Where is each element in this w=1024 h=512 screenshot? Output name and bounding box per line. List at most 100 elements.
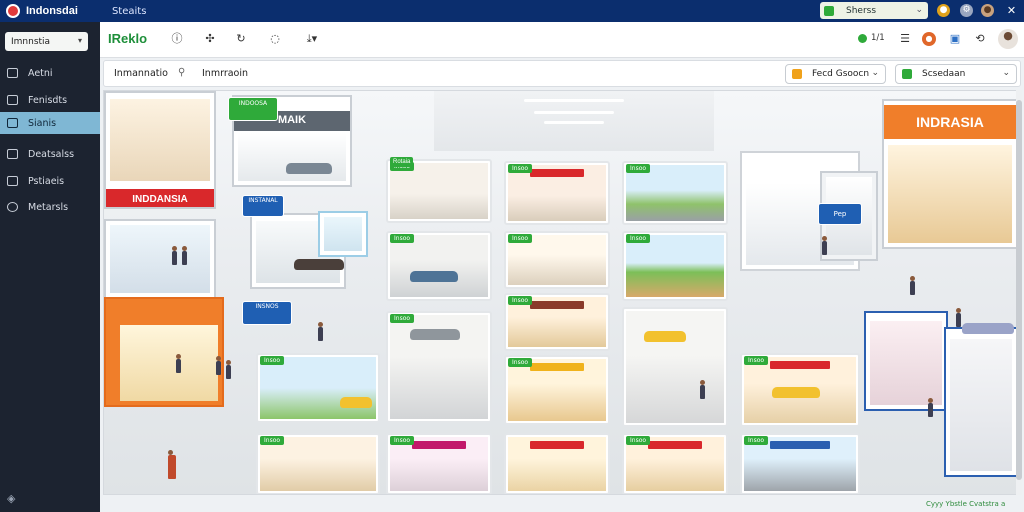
help-icon[interactable]: ◌ xyxy=(268,32,282,46)
calendar-icon[interactable]: ▣ xyxy=(948,32,962,46)
sidebar-item-2[interactable]: Fenisdts xyxy=(0,89,100,111)
scene-tile[interactable]: Insoo xyxy=(386,311,492,423)
scene-tile[interactable]: Insoo xyxy=(504,231,610,289)
car-icon xyxy=(962,323,1014,334)
store-front[interactable] xyxy=(104,297,224,407)
store-interior xyxy=(888,145,1012,243)
shopper-figure xyxy=(168,450,176,479)
scene-tile[interactable]: Insoo xyxy=(622,231,728,301)
scrollbar-thumb[interactable] xyxy=(1016,100,1022,480)
scene-tile[interactable]: Insoo xyxy=(504,161,610,225)
tools-icon[interactable]: ✣ xyxy=(203,32,217,46)
status-dot-icon xyxy=(858,33,867,43)
blue-label-tag[interactable]: INSNOS xyxy=(242,301,292,325)
car-icon xyxy=(286,163,332,174)
filter-select-1[interactable]: Fecd Gsoocn ⌄ xyxy=(785,64,886,84)
sidebar-item-3[interactable]: Sianis xyxy=(0,112,100,134)
breadcrumb-right[interactable]: Inmrraoin xyxy=(202,68,248,79)
store-front[interactable] xyxy=(864,311,948,411)
scene-tile[interactable]: Insoo xyxy=(504,355,610,425)
share-icon[interactable]: ⚲ xyxy=(178,67,185,78)
app-toolbar: IReklo ⓘ ✣ ↻ ◌ ⤓▾ 1/1 ☰ ● ▣ ⟲ ● xyxy=(100,22,1024,58)
sidebar-item-label: Aetni xyxy=(28,67,53,79)
scene-tile[interactable]: Insoo xyxy=(386,159,492,223)
info-icon[interactable]: ⓘ xyxy=(170,32,184,46)
breadcrumb-left[interactable]: Inmannatio xyxy=(114,68,168,79)
grid-icon xyxy=(7,68,18,78)
tile-image xyxy=(626,311,724,423)
ceiling-light xyxy=(544,121,604,124)
tile-store-sign xyxy=(530,301,584,309)
menu-icon[interactable]: ☰ xyxy=(898,32,912,46)
vertical-scrollbar[interactable] xyxy=(1016,90,1022,495)
scene-tile[interactable] xyxy=(504,433,610,494)
workspace-dropdown[interactable]: Imnnstia ▾ xyxy=(5,32,88,51)
coin-icon[interactable]: ● xyxy=(937,4,950,17)
app-logo-icon xyxy=(6,4,20,18)
refresh-icon[interactable]: ⟲ xyxy=(973,32,987,46)
filter-select-2[interactable]: Scsedaan ⌄ xyxy=(895,64,1017,84)
download-icon[interactable]: ⤓▾ xyxy=(300,32,324,46)
shopper-figure xyxy=(172,246,177,265)
sidebar-item-6[interactable]: Metarsls xyxy=(0,196,100,218)
shopper-figure xyxy=(216,356,221,375)
top-search-select[interactable]: Sherss ⌄ xyxy=(820,2,928,19)
car-icon xyxy=(772,387,820,398)
chart-icon xyxy=(7,149,18,159)
scene-tile[interactable]: Insoo xyxy=(386,433,492,494)
store-front[interactable] xyxy=(318,211,368,257)
store-sign: INDRASIA xyxy=(884,105,1016,139)
blue-label-tag[interactable]: INSTANAL xyxy=(242,195,284,217)
close-icon[interactable]: ✕ xyxy=(1005,4,1018,17)
scene-tile[interactable]: Insoo xyxy=(256,353,380,423)
history-icon[interactable]: ↻ xyxy=(234,32,248,46)
ceiling-light xyxy=(534,111,614,114)
blue-label-tag[interactable]: Pep xyxy=(818,203,862,225)
notification-icon[interactable]: ● xyxy=(922,32,936,46)
mall-scene-canvas[interactable]: INDDANSIA MAIK INDOOSA INSTANAL INSNOS P… xyxy=(103,90,1017,495)
status-indicator: 1/1 xyxy=(858,33,885,43)
tile-tag: Insoo xyxy=(508,296,533,305)
sidebar-item-4[interactable]: Deatsalss xyxy=(0,143,100,165)
tile-store-sign xyxy=(530,169,584,177)
monitor-icon xyxy=(7,176,18,186)
top-menu-item[interactable]: Steaits xyxy=(112,6,146,17)
tile-store-sign xyxy=(648,441,702,449)
top-bar: Indonsdai Steaits Sherss ⌄ ● ⚙ ● ✕ xyxy=(0,0,1024,22)
tile-image xyxy=(260,357,376,419)
tile-tag: Insoo xyxy=(626,164,651,173)
car-icon xyxy=(410,271,458,282)
user-avatar[interactable]: ● xyxy=(981,4,994,17)
store-front[interactable] xyxy=(104,219,216,299)
scene-tile[interactable]: Insoo xyxy=(740,433,860,494)
collapse-icon[interactable]: ◈ xyxy=(7,492,15,505)
tile-store-sign xyxy=(530,441,584,449)
car-icon xyxy=(340,397,372,408)
sidebar-item-1[interactable]: Aetni xyxy=(0,62,100,84)
profile-avatar[interactable]: ● xyxy=(998,29,1018,49)
settings-icon xyxy=(7,202,18,212)
green-label-tag[interactable]: Rotaia xyxy=(390,157,414,167)
green-label-tag[interactable]: INDOOSA xyxy=(228,97,278,121)
scene-tile[interactable]: Insoo xyxy=(622,161,728,225)
store-front[interactable]: INDRASIA xyxy=(882,99,1016,249)
sidebar-item-5[interactable]: Pstiaeis xyxy=(0,170,100,192)
shopper-figure xyxy=(928,398,933,417)
chevron-down-icon: ⌄ xyxy=(915,5,923,15)
store-front[interactable]: INDDANSIA xyxy=(104,91,216,209)
store-front[interactable] xyxy=(944,327,1016,477)
store-interior xyxy=(950,339,1012,471)
tile-image xyxy=(626,235,724,297)
settings-icon[interactable]: ⚙ xyxy=(960,4,973,17)
scene-tile[interactable]: Insoo xyxy=(504,293,610,351)
tile-tag: Insoo xyxy=(508,358,533,367)
car-icon xyxy=(644,331,686,342)
scene-tile[interactable]: Insoo xyxy=(386,231,492,301)
scene-tile[interactable] xyxy=(622,307,728,427)
sub-toolbar: Inmannatio ⚲ Inmrraoin Fecd Gsoocn ⌄ Scs… xyxy=(103,60,1021,87)
shopper-figure xyxy=(822,236,827,255)
scene-tile[interactable]: Insoo xyxy=(256,433,380,494)
tile-tag: Insoo xyxy=(390,234,415,243)
scene-tile[interactable]: Insoo xyxy=(622,433,728,494)
brand-title: IReklo xyxy=(108,31,148,46)
